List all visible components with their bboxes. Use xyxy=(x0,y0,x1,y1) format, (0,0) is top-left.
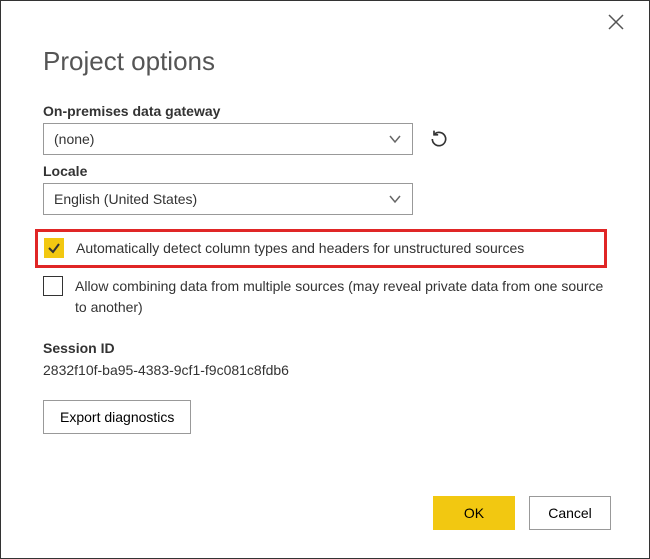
check-icon xyxy=(47,241,61,255)
highlighted-option: Automatically detect column types and he… xyxy=(35,229,607,268)
chevron-down-icon xyxy=(388,132,402,146)
allow-combine-checkbox[interactable] xyxy=(43,276,63,296)
dialog-window: Project options On-premises data gateway… xyxy=(0,0,650,559)
auto-detect-checkbox[interactable] xyxy=(44,238,64,258)
auto-detect-label: Automatically detect column types and he… xyxy=(76,238,524,259)
chevron-down-icon xyxy=(388,192,402,206)
export-diagnostics-button[interactable]: Export diagnostics xyxy=(43,400,191,434)
ok-button[interactable]: OK xyxy=(433,496,515,530)
dialog-footer: OK Cancel xyxy=(433,496,611,530)
locale-value: English (United States) xyxy=(54,191,197,207)
locale-dropdown[interactable]: English (United States) xyxy=(43,183,413,215)
close-icon xyxy=(607,13,625,31)
session-id-value: 2832f10f-ba95-4383-9cf1-f9c081c8fdb6 xyxy=(43,362,607,378)
gateway-value: (none) xyxy=(54,131,94,147)
allow-combine-label: Allow combining data from multiple sourc… xyxy=(75,276,607,318)
gateway-dropdown[interactable]: (none) xyxy=(43,123,413,155)
close-button[interactable] xyxy=(607,13,631,37)
allow-combine-row: Allow combining data from multiple sourc… xyxy=(43,276,607,318)
gateway-label: On-premises data gateway xyxy=(43,103,607,119)
dialog-title: Project options xyxy=(43,46,215,77)
dialog-content: On-premises data gateway (none) Locale E… xyxy=(43,101,607,434)
session-id-label: Session ID xyxy=(43,340,607,356)
gateway-refresh-button[interactable] xyxy=(427,127,451,151)
auto-detect-row: Automatically detect column types and he… xyxy=(44,238,524,259)
refresh-icon xyxy=(429,129,449,149)
locale-label: Locale xyxy=(43,163,607,179)
cancel-button[interactable]: Cancel xyxy=(529,496,611,530)
locale-row: English (United States) xyxy=(43,183,607,215)
gateway-row: (none) xyxy=(43,123,607,155)
